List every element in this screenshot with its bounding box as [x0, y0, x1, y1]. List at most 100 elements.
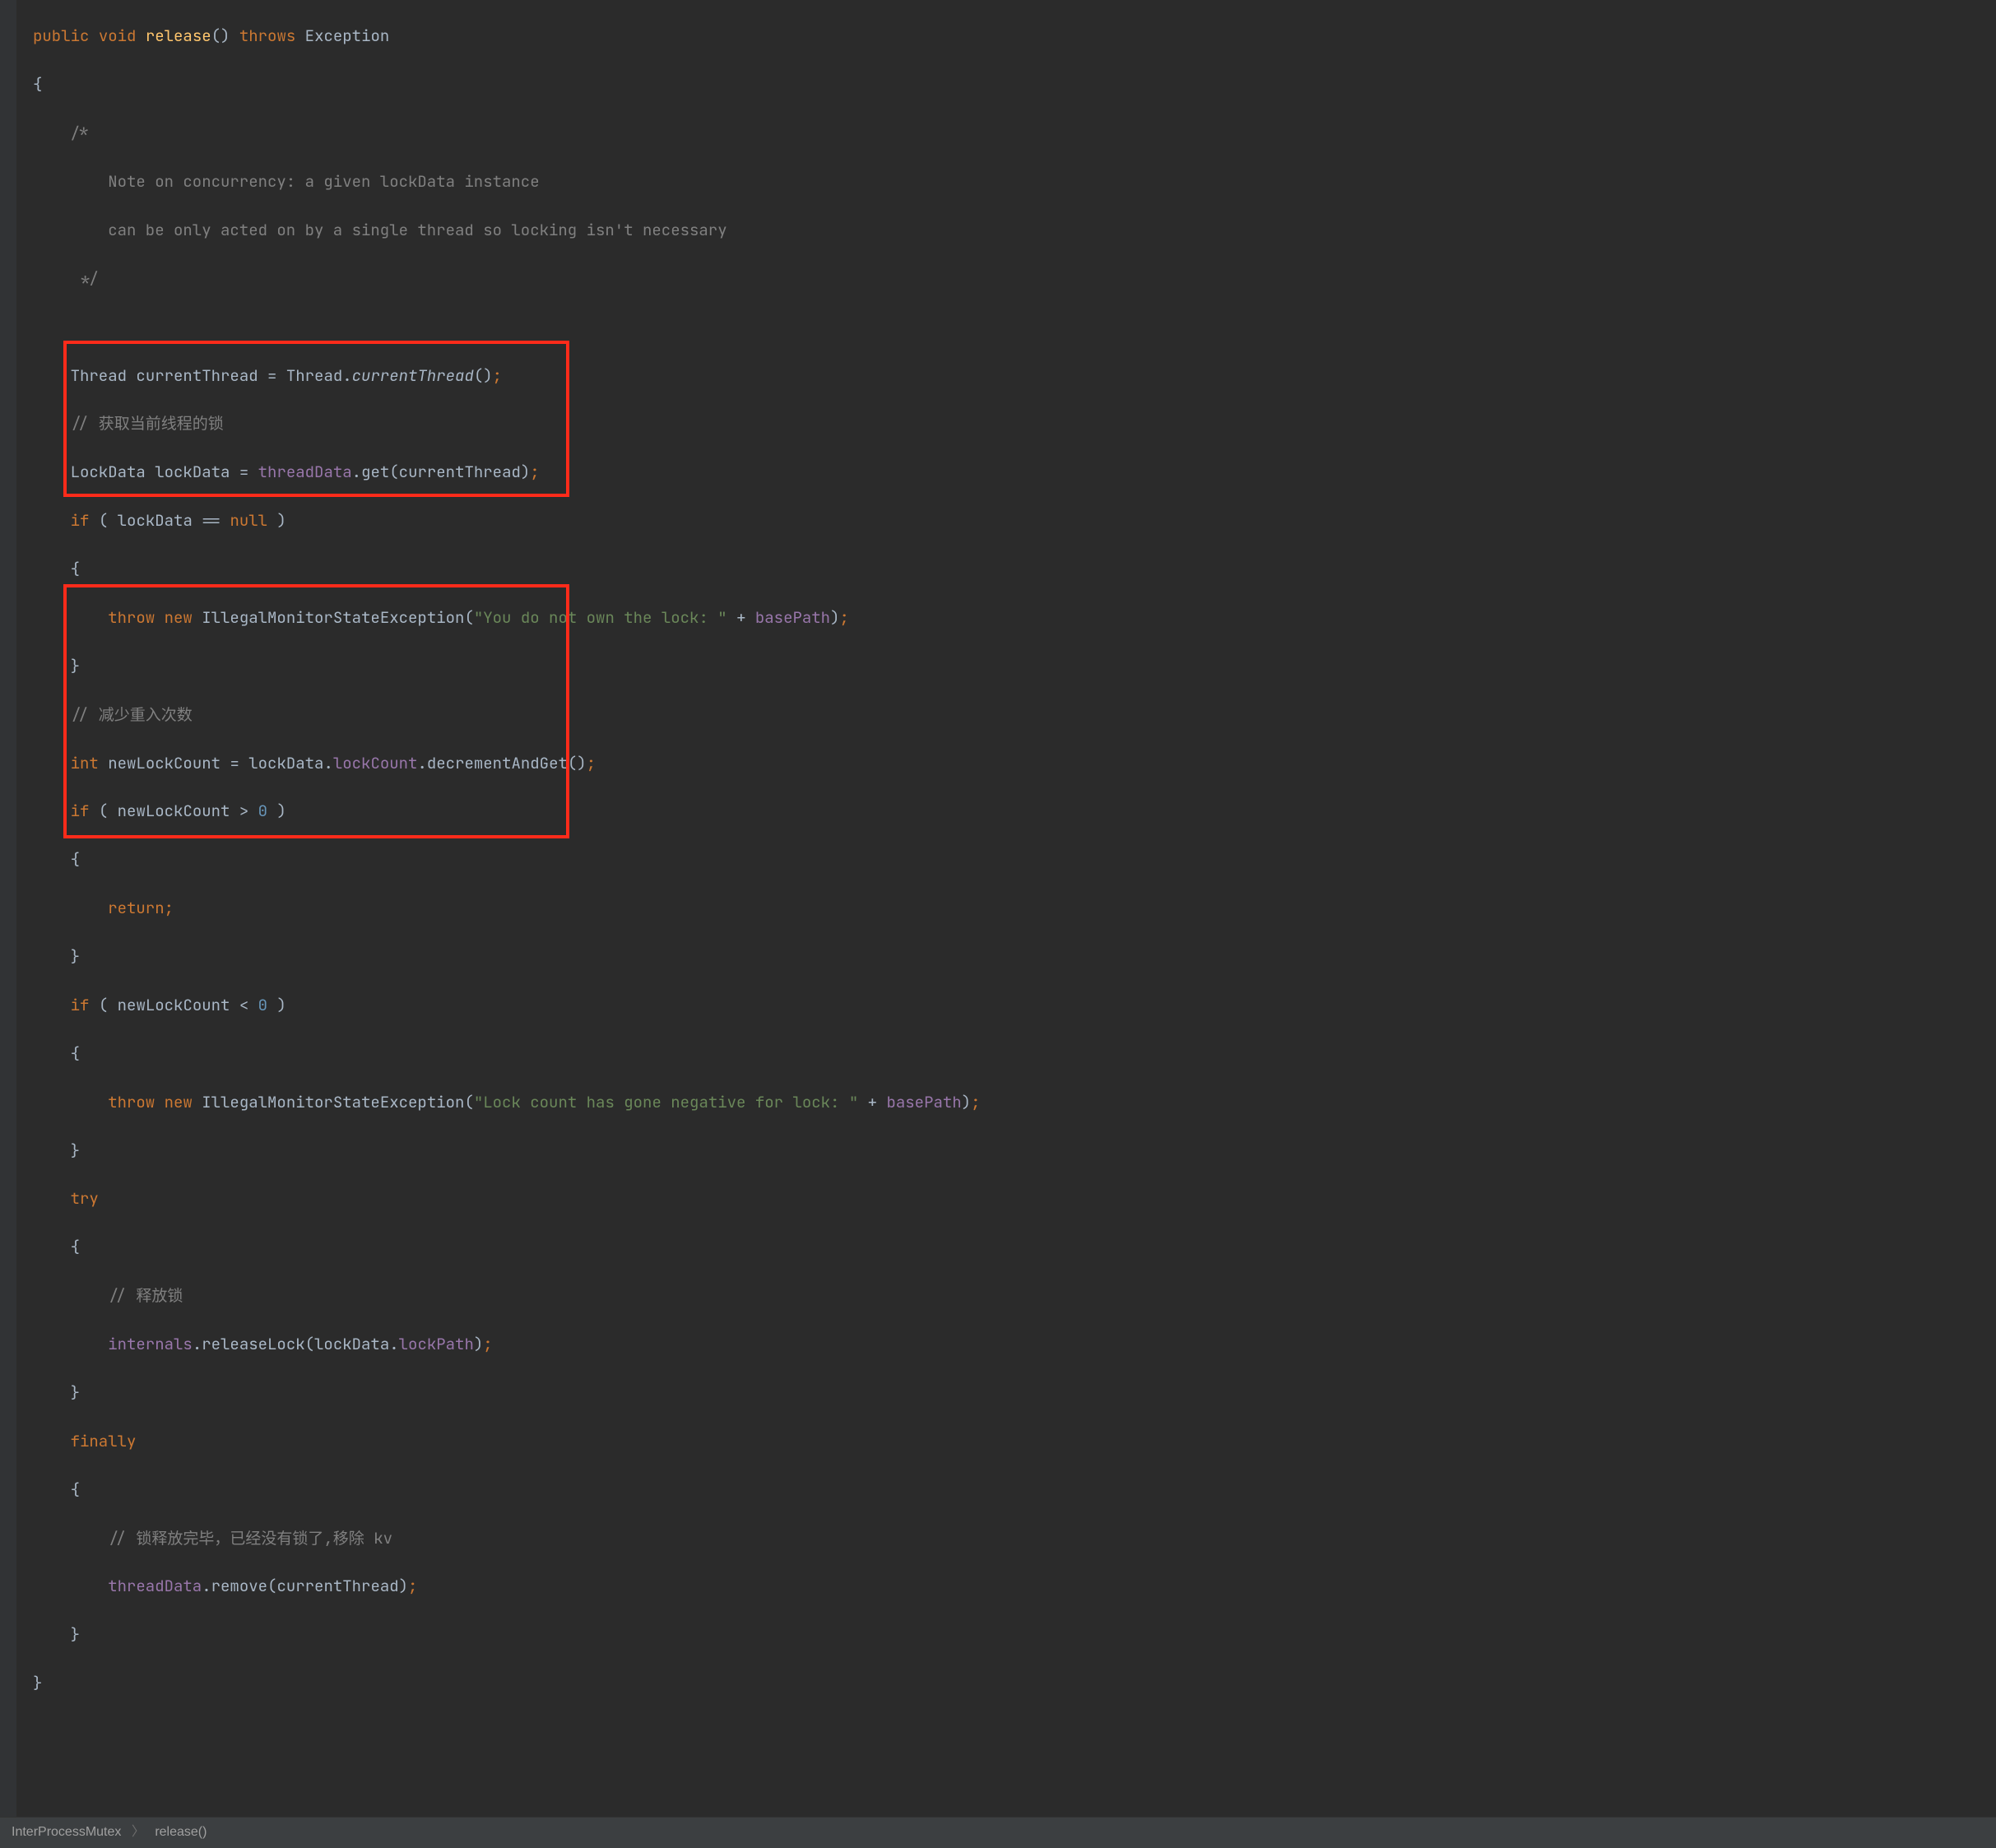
keyword-null: null: [230, 510, 267, 531]
code-line[interactable]: /*: [33, 121, 1996, 145]
code-line[interactable]: // 释放锁: [33, 1284, 1996, 1307]
rparen: ): [474, 1334, 483, 1354]
rparen: ): [577, 753, 586, 773]
dot: .: [323, 753, 332, 773]
rbrace: }: [71, 1624, 80, 1645]
keyword-finally: finally: [71, 1431, 137, 1451]
breadcrumb-class[interactable]: InterProcessMutex: [12, 1825, 121, 1839]
code-line[interactable]: }: [33, 1623, 1996, 1646]
lbrace: {: [71, 849, 80, 870]
field-basePath: basePath: [886, 1092, 961, 1112]
lparen: (: [464, 1092, 473, 1112]
semi: ;: [483, 1334, 492, 1354]
rparen: ): [399, 1576, 408, 1596]
code-line[interactable]: // 获取当前线程的锁: [33, 411, 1996, 435]
block-comment-open: /*: [71, 123, 90, 143]
keyword-if: if: [71, 995, 90, 1015]
code-line[interactable]: // 锁释放完毕，已经没有锁了,移除 kv: [33, 1526, 1996, 1550]
field-lockCount: lockCount: [333, 753, 418, 773]
block-comment-line: Note on concurrency: a given lockData in…: [71, 171, 540, 192]
op-plus: +: [868, 1092, 877, 1112]
number-zero: 0: [258, 995, 267, 1015]
code-line[interactable]: can be only acted on by a single thread …: [33, 218, 1996, 242]
semi: ;: [165, 898, 174, 918]
code-area[interactable]: public void release() throws Exception {…: [0, 0, 1996, 1817]
code-line[interactable]: [33, 315, 1996, 339]
ident-newLockCount: newLockCount: [118, 801, 230, 821]
code-line[interactable]: {: [33, 72, 1996, 96]
ident-lockData: lockData: [155, 462, 230, 482]
code-line[interactable]: Thread currentThread = Thread.currentThr…: [33, 364, 1996, 388]
lparen: (: [211, 26, 220, 46]
block-comment-line: can be only acted on by a single thread …: [71, 220, 727, 240]
op-lt: <: [239, 995, 248, 1015]
code-line[interactable]: Note on concurrency: a given lockData in…: [33, 169, 1996, 193]
code-line[interactable]: {: [33, 1042, 1996, 1066]
code-line[interactable]: if ( lockData == null ): [33, 508, 1996, 532]
code-line[interactable]: {: [33, 1235, 1996, 1259]
code-line[interactable]: if ( newLockCount < 0 ): [33, 993, 1996, 1017]
lbrace: {: [71, 559, 80, 579]
lbrace: {: [71, 1237, 80, 1257]
ident-currentThread: currentThread: [136, 365, 258, 386]
ident-newLockCount: newLockCount: [108, 753, 220, 773]
code-line[interactable]: public void release() throws Exception: [33, 24, 1996, 48]
lparen: (: [99, 510, 108, 531]
lbrace: {: [71, 1043, 80, 1064]
lparen: (: [305, 1334, 314, 1354]
semi: ;: [408, 1576, 417, 1596]
code-line[interactable]: */: [33, 267, 1996, 290]
code-line[interactable]: LockData lockData = threadData.get(curre…: [33, 460, 1996, 484]
type-imse: IllegalMonitorStateException: [202, 1092, 464, 1112]
code-line[interactable]: }: [33, 654, 1996, 678]
lparen: (: [464, 607, 473, 628]
call-get: get: [361, 462, 389, 482]
code-line[interactable]: {: [33, 847, 1996, 871]
lparen: (: [267, 1576, 276, 1596]
semi: ;: [839, 607, 848, 628]
dot: .: [352, 462, 361, 482]
call-remove: remove: [211, 1576, 267, 1596]
code-line[interactable]: }: [33, 1671, 1996, 1695]
keyword-if: if: [71, 801, 90, 821]
keyword-return: return: [108, 898, 164, 918]
code-line[interactable]: }: [33, 1139, 1996, 1163]
code-line[interactable]: }: [33, 1381, 1996, 1405]
code-line[interactable]: threadData.remove(currentThread);: [33, 1574, 1996, 1598]
code-line[interactable]: return;: [33, 896, 1996, 920]
semi: ;: [971, 1092, 980, 1112]
type-lockdata: LockData: [71, 462, 146, 482]
code-line[interactable]: }: [33, 945, 1996, 968]
breadcrumb-method[interactable]: release(): [155, 1825, 207, 1839]
lparen: (: [99, 801, 108, 821]
string-literal: "You do not own the lock: ": [474, 607, 727, 628]
rparen: ): [220, 26, 230, 46]
code-line[interactable]: finally: [33, 1429, 1996, 1453]
code-line[interactable]: internals.releaseLock(lockData.lockPath)…: [33, 1332, 1996, 1356]
breadcrumb[interactable]: InterProcessMutex 〉 release(): [0, 1817, 1996, 1848]
rparen: ): [483, 365, 492, 386]
code-line[interactable]: int newLockCount = lockData.lockCount.de…: [33, 751, 1996, 775]
field-lockPath: lockPath: [399, 1334, 474, 1354]
code-line[interactable]: throw new IllegalMonitorStateException("…: [33, 1090, 1996, 1114]
code-line[interactable]: try: [33, 1186, 1996, 1210]
type-exception: Exception: [305, 26, 390, 46]
dot: .: [417, 753, 426, 773]
code-line[interactable]: {: [33, 557, 1996, 581]
rbrace: }: [71, 1140, 80, 1161]
rbrace: }: [71, 946, 80, 967]
code-line[interactable]: // 减少重入次数: [33, 703, 1996, 727]
line-comment: // 释放锁: [108, 1285, 183, 1306]
dot: .: [342, 365, 351, 386]
code-line[interactable]: if ( newLockCount > 0 ): [33, 799, 1996, 823]
type-thread: Thread: [71, 365, 127, 386]
code-editor[interactable]: public void release() throws Exception {…: [0, 0, 1996, 1817]
call-releaseLock: releaseLock: [202, 1334, 304, 1354]
code-line[interactable]: {: [33, 1478, 1996, 1502]
code-line[interactable]: throw new IllegalMonitorStateException("…: [33, 606, 1996, 629]
keyword-try: try: [71, 1188, 99, 1209]
op-gt: >: [239, 801, 248, 821]
line-comment: // 获取当前线程的锁: [71, 413, 224, 434]
field-threadData: threadData: [108, 1576, 202, 1596]
call-decrementAndGet: decrementAndGet: [427, 753, 568, 773]
